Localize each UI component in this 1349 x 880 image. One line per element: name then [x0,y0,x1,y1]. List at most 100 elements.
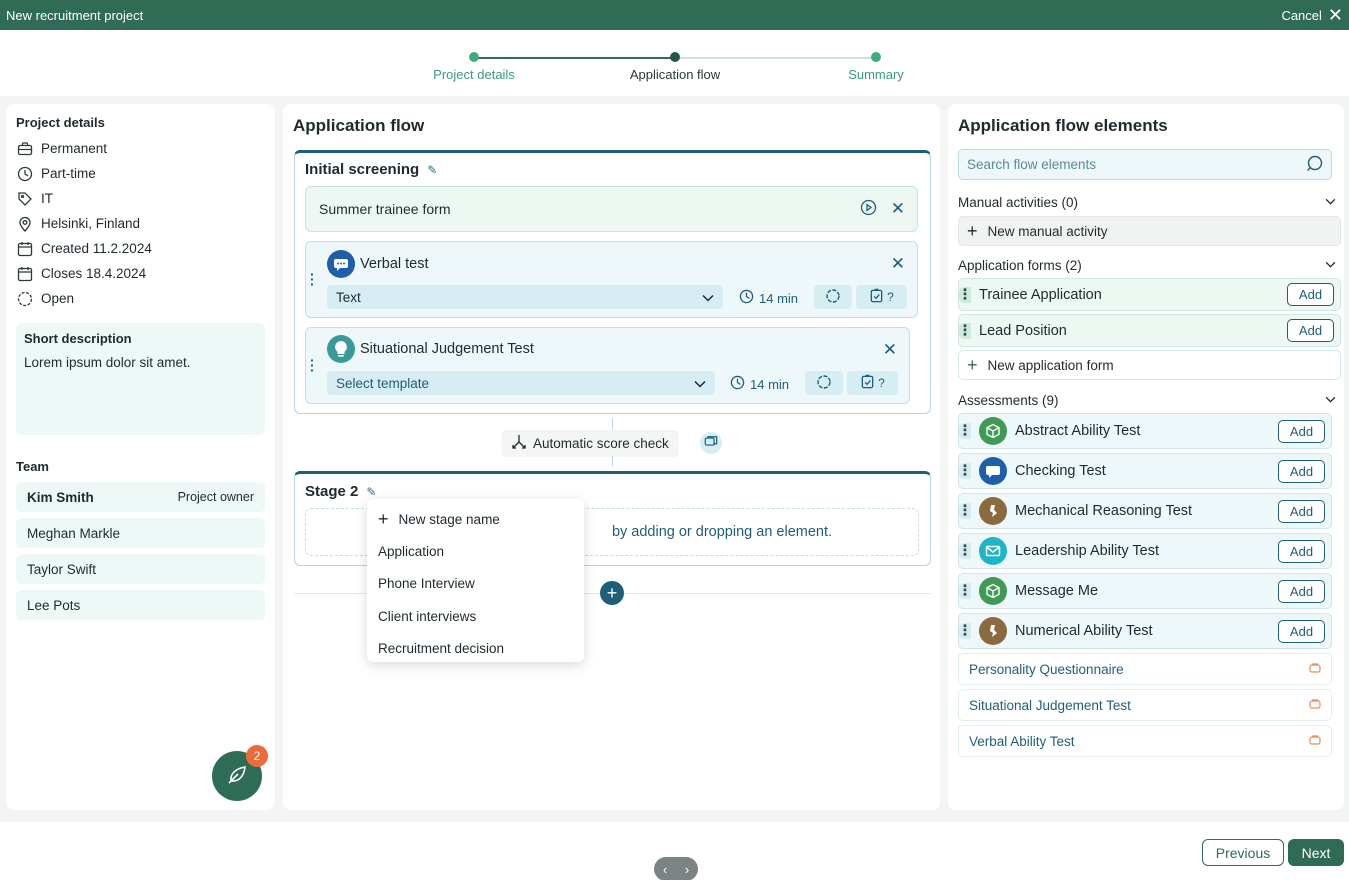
locked-assessment[interactable]: Verbal Ability Test [958,725,1332,757]
drag-handle-icon[interactable]: ⋮ [958,543,972,559]
team-member[interactable]: Taylor Swift [16,554,265,584]
edit-pencil-icon[interactable]: ✎ [427,163,437,177]
step-summary[interactable]: Summary [806,52,946,82]
assessment-element[interactable]: ⋮ Checking Test Add [958,453,1332,489]
chevron-down-icon [1325,259,1336,271]
add-button[interactable]: Add [1278,459,1325,483]
assessment-element[interactable]: ⋮ Abstract Ability Test Add [958,413,1332,449]
add-button[interactable]: Add [1287,283,1334,306]
add-button[interactable]: Add [1278,579,1325,603]
stage-title: Initial screening ✎ [305,161,437,178]
drag-handle-icon[interactable]: ⋮ [958,463,972,479]
detail-location: Helsinki, Finland [16,211,265,236]
automatic-score-check[interactable]: Automatic score check [501,430,679,457]
element-name: Situational Judgement Test [969,697,1131,713]
stage-title: Stage 2 ✎ [305,483,376,500]
score-settings-button[interactable]: ? [856,285,907,309]
step-project-details[interactable]: Project details [404,52,544,82]
element-name: Numerical Ability Test [1015,623,1153,639]
test-card-verbal[interactable]: · · · Verbal test ✕ Text 14 min ? [305,241,918,318]
assessment-element[interactable]: ⋮ Numerical Ability Test Add [958,613,1332,649]
dropdown-item[interactable]: Phone Interview [367,568,584,600]
feedback-button[interactable]: 2 [212,745,268,801]
new-application-form-button[interactable]: + New application form [958,350,1341,380]
add-button[interactable]: Add [1278,499,1325,523]
drag-handle-icon[interactable]: · · · [310,267,315,291]
element-name: Lead Position [979,322,1067,339]
locked-assessment[interactable]: Situational Judgement Test [958,689,1332,721]
edit-pencil-icon[interactable]: ✎ [366,485,376,499]
locked-assessment[interactable]: Personality Questionnaire [958,653,1332,685]
help-icon: ? [878,376,885,390]
step-dot [469,52,479,62]
form-element[interactable]: ⋮ Lead Position Add [958,314,1341,347]
project-details-panel: Project details Permanent Part-time IT H… [6,104,275,810]
add-stage-button[interactable]: + [600,581,624,605]
element-left: ⋮ Leadership Ability Test [958,537,1159,565]
score-settings-button[interactable]: ? [847,371,898,395]
form-card[interactable]: Summer trainee form ✕ [305,186,918,232]
test-card-situational-judgement[interactable]: · · · Situational Judgement Test ✕ Select … [305,327,910,404]
assessment-element[interactable]: ⋮ Leadership Ability Test Add [958,533,1332,569]
comments-button[interactable] [700,432,722,454]
category-application-forms[interactable]: Application forms (2) [958,254,1336,276]
element-left: ⋮ Message Me [958,577,1098,605]
refresh-button[interactable] [805,371,843,395]
add-button[interactable]: Add [1287,319,1334,342]
add-button[interactable]: Add [1278,419,1325,443]
dropdown-item[interactable]: Recruitment decision [367,632,584,664]
clock-icon [739,289,754,307]
previous-button[interactable]: Previous [1202,839,1284,866]
element-left: ⋮ Lead Position [958,322,1067,339]
assessment-element[interactable]: ⋮ Mechanical Reasoning Test Add [958,493,1332,529]
dropdown-item[interactable]: Client interviews [367,600,584,632]
step-application-flow[interactable]: Application flow [605,52,745,82]
comments-icon [704,435,718,452]
chevron-right-icon[interactable]: › [685,862,689,877]
detail-text: Open [41,291,75,306]
test-template-select[interactable]: Select template [327,371,715,395]
gear-person-icon [979,617,1007,645]
form-element[interactable]: ⋮ Trainee Application Add [958,278,1341,311]
preview-play-icon[interactable] [860,199,877,219]
drag-handle-icon[interactable]: ⋮ [958,423,972,439]
drag-handle-icon[interactable]: ⋮ [958,286,972,303]
add-button[interactable]: Add [1278,539,1325,563]
plus-icon: + [967,354,978,375]
remove-close-icon[interactable]: ✕ [891,199,905,219]
drag-handle-icon[interactable]: ⋮ [958,503,972,519]
dropdown-item[interactable]: Application [367,535,584,567]
chevron-left-icon[interactable]: ‹ [663,862,667,877]
lock-icon [1309,662,1321,676]
assessments-list: ⋮ Abstract Ability Test Add ⋮ Checking Test A… [958,413,1332,649]
stage-initial-screening[interactable]: Initial screening ✎ Summer trainee form … [294,150,931,414]
search-input[interactable] [967,157,1287,172]
search-icon[interactable] [1306,155,1323,175]
short-description-box[interactable]: Short description Lorem ipsum dolor sit … [16,323,265,435]
select-value: Text [336,289,361,305]
drag-handle-icon[interactable]: ⋮ [958,322,972,339]
chat-bubble-icon [979,457,1007,485]
category-manual-activities[interactable]: Manual activities (0) [958,191,1336,213]
tag-icon [16,190,33,207]
refresh-button[interactable] [814,285,852,309]
next-button[interactable]: Next [1288,839,1344,866]
detail-text: Part-time [41,166,96,181]
team-member[interactable]: Meghan Markle [16,518,265,548]
cancel-button[interactable]: Cancel ✕ [1281,6,1343,24]
team-member[interactable]: Kim Smith Project owner [16,482,265,512]
add-button[interactable]: Add [1278,619,1325,643]
new-manual-activity-button[interactable]: + New manual activity [958,216,1341,246]
drag-handle-icon[interactable]: ⋮ [958,583,972,599]
category-assessments[interactable]: Assessments (9) [958,389,1336,411]
dropdown-new-stage-name[interactable]: + New stage name [367,503,584,535]
assessment-element[interactable]: ⋮ Message Me Add [958,573,1332,609]
scroll-pager[interactable]: ‹ › [654,857,698,880]
remove-close-icon[interactable]: ✕ [891,254,905,274]
plus-icon: + [967,220,978,241]
remove-close-icon[interactable]: ✕ [883,340,897,360]
drag-handle-icon[interactable]: ⋮ [958,623,972,639]
drag-handle-icon[interactable]: · · · [310,353,315,377]
team-member[interactable]: Lee Pots [16,590,265,620]
test-template-select[interactable]: Text [327,285,723,309]
